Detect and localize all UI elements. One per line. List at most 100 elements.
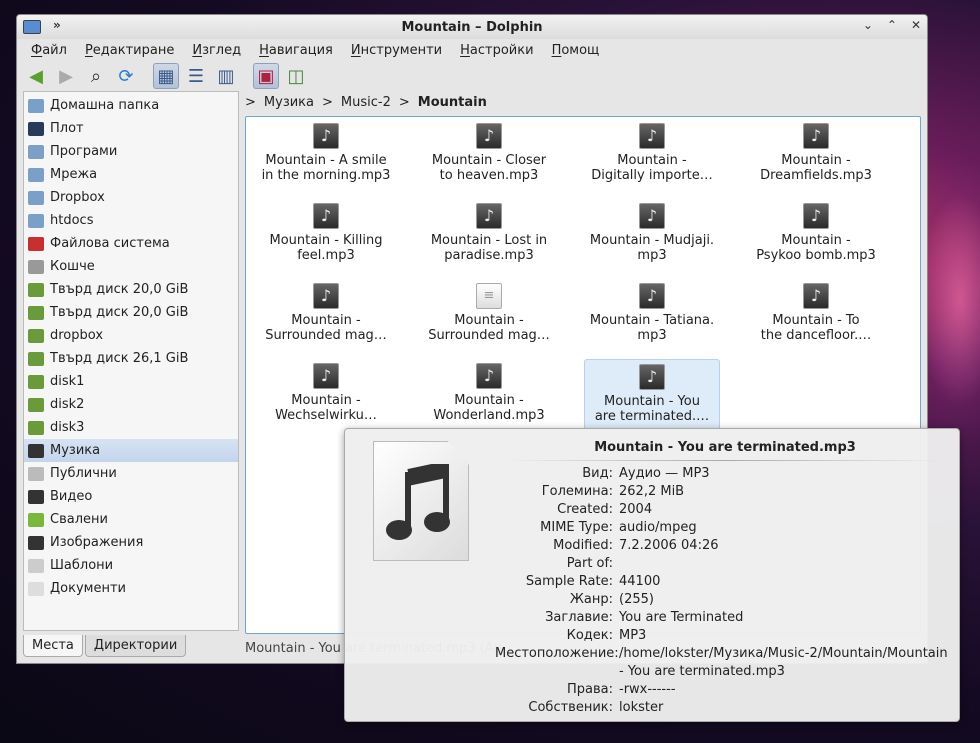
menu-help[interactable]: Помощ [552, 43, 600, 58]
sidebar-item[interactable]: dropbox [24, 324, 238, 347]
metadata-key: MIME Type: [540, 520, 613, 535]
dolphin-app-icon[interactable] [23, 20, 41, 34]
sidebar-item[interactable]: Твърд диск 20,0 GiB [24, 301, 238, 324]
file-name-line: Surrounded mag… [265, 328, 387, 343]
tab-folders[interactable]: Директории [84, 635, 187, 657]
menu-tools[interactable]: Инструменти [351, 43, 442, 58]
file-item[interactable]: ♪ Mountain - Lost in paradise.mp3 [421, 199, 557, 273]
breadcrumb-music[interactable]: Музика [264, 95, 314, 110]
sidebar-item-label: Кошче [50, 259, 95, 274]
video-icon [28, 489, 44, 504]
metadata-value: lokster [619, 700, 664, 715]
sidebar-item[interactable]: disk2 [24, 393, 238, 416]
file-name-line: Mountain - You [604, 394, 700, 409]
breadcrumb-music-2[interactable]: Music-2 [341, 95, 391, 110]
audio-file-icon: ♪ [639, 283, 665, 309]
sidebar-item[interactable]: disk3 [24, 416, 238, 439]
sidebar-item[interactable]: Музика [24, 439, 238, 462]
menubar: Файл Редактиране Изглед Навигация Инстру… [17, 39, 927, 61]
sidebar-item[interactable]: Кошче [24, 255, 238, 278]
menu-settings[interactable]: Настройки [460, 43, 533, 58]
places-panel: Домашна папка Плот Програми Мрежа Dropbox htd… [23, 91, 239, 631]
columns-view-icon[interactable]: ▥ [213, 63, 239, 89]
breadcrumb-mountain[interactable]: Mountain [418, 95, 487, 110]
file-item[interactable]: ♪ Mountain - A smile in the morning.mp3 [258, 119, 394, 193]
sidebar-item[interactable]: Свалени [24, 508, 238, 531]
file-item[interactable]: ♪ Mountain - Surrounded mag… [258, 279, 394, 353]
file-item[interactable]: ♪ Mountain - Killing feel.mp3 [258, 199, 394, 273]
file-name-line: Mountain - Mudjaji. [589, 233, 715, 248]
forward-icon[interactable]: ▶ [53, 63, 79, 89]
search-icon[interactable]: ⌕ [83, 63, 109, 89]
sidebar-item[interactable]: Плот [24, 117, 238, 140]
sidebar-item[interactable]: Файлова система [24, 232, 238, 255]
metadata-key: Местоположение: [495, 646, 619, 661]
audio-file-icon: ♪ [639, 203, 665, 229]
metadata-value: 2004 [619, 502, 653, 517]
file-item[interactable]: ♪ Mountain - Wechselwirku… [258, 359, 394, 433]
sidebar-item[interactable]: Изображения [24, 531, 238, 554]
sidebar-item[interactable]: Твърд диск 20,0 GiB [24, 278, 238, 301]
audio-file-icon: ♪ [476, 123, 502, 149]
metadata-value: 262,2 MiB [619, 484, 685, 499]
sidebar-item-label: Твърд диск 20,0 GiB [50, 305, 189, 320]
file-name-line: Mountain - [454, 393, 524, 408]
menu-view[interactable]: Изглед [192, 43, 241, 58]
file-name-line: Mountain - [291, 393, 361, 408]
file-item[interactable]: ♪ Mountain - To the dancefloor.… [748, 279, 884, 353]
metadata-key: Sample Rate: [525, 574, 613, 589]
close-button[interactable]: ✕ [911, 18, 921, 32]
metadata-key: Големина: [541, 484, 613, 499]
file-item[interactable]: ♪ Mountain - Digitally importe… [584, 119, 720, 193]
file-item[interactable]: ♪ Mountain - Dreamfields.mp3 [748, 119, 884, 193]
metadata-value: (255) [619, 592, 654, 607]
file-name-line: to heaven.mp3 [439, 168, 539, 183]
public-icon [28, 466, 44, 481]
sidebar-item[interactable]: Твърд диск 26,1 GiB [24, 347, 238, 370]
sidebar-item[interactable]: Публични [24, 462, 238, 485]
audio-file-icon: ♪ [313, 123, 339, 149]
file-item[interactable]: ≡ Mountain - Surrounded mag… [421, 279, 557, 353]
split-view-icon[interactable]: ◫ [283, 63, 309, 89]
menu-edit[interactable]: Редактиране [85, 43, 174, 58]
sidebar-item[interactable]: Документи [24, 577, 238, 600]
sidebar-item[interactable]: Мрежа [24, 163, 238, 186]
menu-file[interactable]: Файл [31, 43, 67, 58]
metadata-value: audio/mpeg [619, 520, 697, 535]
file-item[interactable]: ♪ Mountain - Psykoo bomb.mp3 [748, 199, 884, 273]
file-item[interactable]: ♪ Mountain - Wonderland.mp3 [421, 359, 557, 433]
tab-places[interactable]: Места [23, 635, 83, 657]
home-icon [28, 98, 44, 113]
sidebar-item[interactable]: Шаблони [24, 554, 238, 577]
sidebar-item-label: Dropbox [50, 190, 105, 205]
back-icon[interactable]: ◀ [23, 63, 49, 89]
icons-view-icon[interactable]: ▦ [153, 63, 179, 89]
file-name-line: Mountain - Killing [269, 233, 383, 248]
sidebar-item[interactable]: htdocs [24, 209, 238, 232]
harddisk-icon [28, 374, 44, 389]
file-item[interactable]: ♪ Mountain - Closer to heaven.mp3 [421, 119, 557, 193]
file-name-line: Mountain - A smile [265, 153, 387, 168]
file-name-line: paradise.mp3 [444, 248, 534, 263]
file-item[interactable]: ♪ Mountain - You are terminated.… [584, 359, 720, 433]
menu-go[interactable]: Навигация [259, 43, 333, 58]
details-view-icon[interactable]: ☰ [183, 63, 209, 89]
metadata-list: Вид: Аудио — MP3 Големина: 262,2 MiB Created… [495, 465, 965, 717]
preview-icon[interactable]: ▣ [253, 63, 279, 89]
sidebar-item[interactable]: Видео [24, 485, 238, 508]
file-item[interactable]: ♪ Mountain - Tatiana. mp3 [584, 279, 720, 353]
sidebar-item[interactable]: Домашна папка [24, 94, 238, 117]
file-item[interactable]: ♪ Mountain - Mudjaji. mp3 [584, 199, 720, 273]
reload-icon[interactable]: ⟳ [113, 63, 139, 89]
metadata-row: Кодек: MP3 [495, 627, 965, 645]
maximize-button[interactable]: ⌃ [887, 18, 897, 32]
keep-above-icon[interactable]: » [53, 18, 61, 32]
sidebar-item[interactable]: Dropbox [24, 186, 238, 209]
sidebar-item[interactable]: Програми [24, 140, 238, 163]
sidebar-item[interactable]: disk1 [24, 370, 238, 393]
metadata-row: Вид: Аудио — MP3 [495, 465, 965, 483]
minimize-button[interactable]: ⌄ [863, 18, 873, 32]
titlebar[interactable]: » Mountain – Dolphin ⌄ ⌃ ✕ [17, 15, 927, 39]
toolbar: ◀ ▶ ⌕ ⟳ ▦ ☰ ▥ ▣ ◫ [17, 61, 927, 91]
sidebar-item-label: Мрежа [50, 167, 98, 182]
